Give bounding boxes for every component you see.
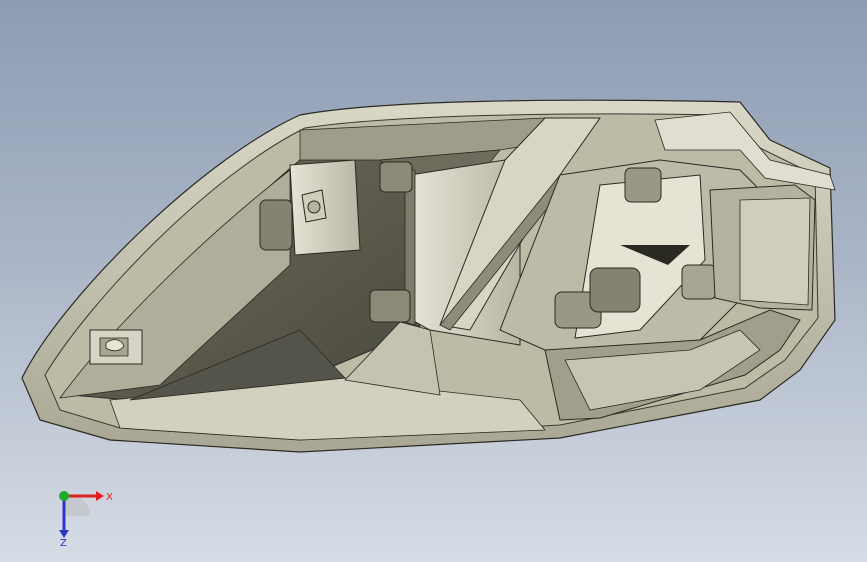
3d-part-model[interactable] (0, 0, 867, 562)
coordinate-triad: X Z (59, 491, 113, 548)
x-axis-label: X (106, 492, 113, 503)
z-axis-label: Z (60, 538, 67, 548)
graphics-viewport[interactable]: X Z (0, 0, 867, 562)
left-boss (259, 199, 293, 251)
y-axis-dot (59, 491, 69, 501)
